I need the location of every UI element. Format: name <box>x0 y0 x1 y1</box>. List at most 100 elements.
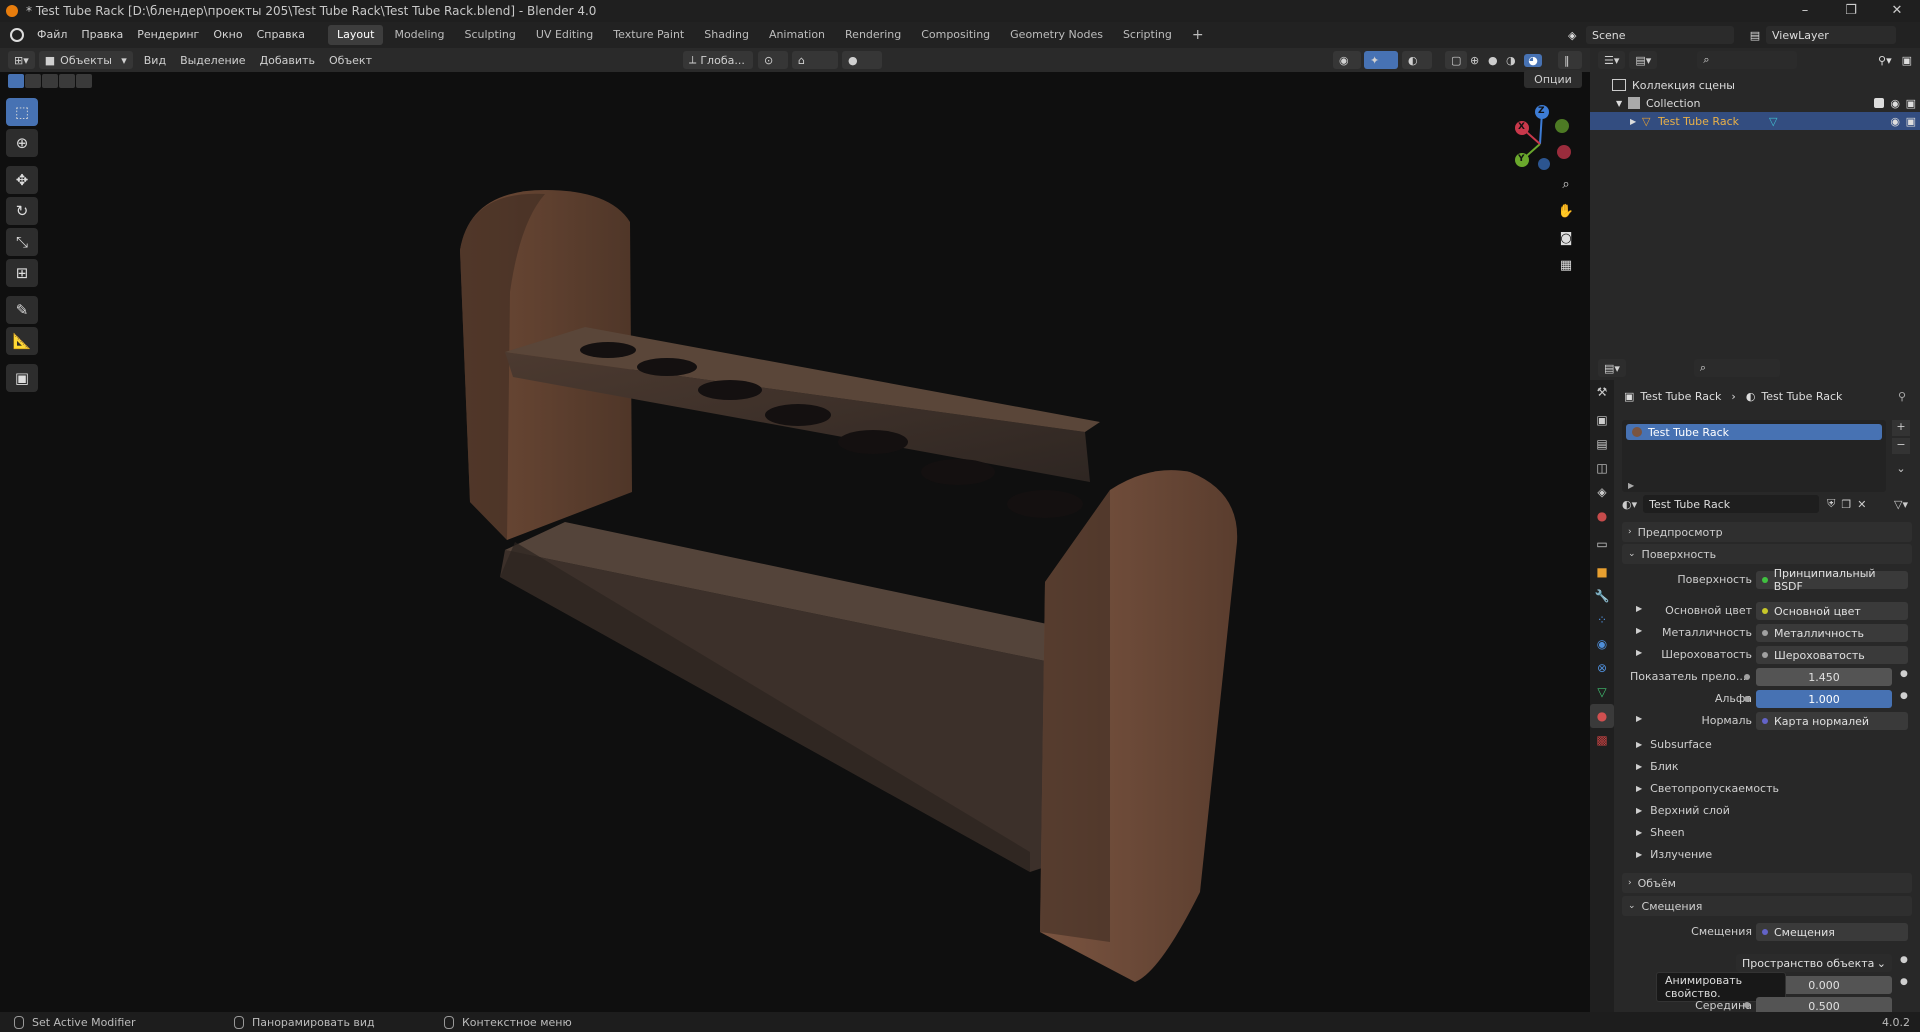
select-new-icon[interactable] <box>8 74 24 88</box>
tab-rendering[interactable]: Rendering <box>836 25 910 45</box>
eye-icon[interactable]: ◉ <box>1890 97 1900 110</box>
panel-preview-header[interactable]: › Предпросмотр <box>1622 522 1912 542</box>
select-intersect-icon[interactable] <box>76 74 92 88</box>
outliner-row-test-tube-rack[interactable]: ▶ ▽ Test Tube Rack ▽ ◉ ▣ <box>1590 112 1920 130</box>
metallic-field[interactable]: Металличность <box>1756 624 1908 642</box>
collection-tab-icon[interactable]: ▭ <box>1590 532 1614 556</box>
displacement-field[interactable]: Смещения <box>1756 923 1908 941</box>
base-color-field[interactable]: Основной цвет <box>1756 602 1908 620</box>
physics-tab-icon[interactable]: ◉ <box>1590 632 1614 656</box>
subpanel-transmission[interactable]: ▶ Светопропускаемость <box>1622 777 1912 799</box>
camera-icon[interactable]: ◙ <box>1554 226 1578 250</box>
tab-animation[interactable]: Animation <box>760 25 834 45</box>
material-name-field[interactable]: Test Tube Rack <box>1643 495 1820 513</box>
ior-value-field[interactable]: 1.450 <box>1756 668 1892 686</box>
midlevel-value-field[interactable]: 0.500 <box>1756 997 1892 1012</box>
tab-compositing[interactable]: Compositing <box>912 25 999 45</box>
close-button[interactable]: ✕ <box>1874 0 1920 22</box>
node-filter-icon[interactable]: ▽▾ <box>1894 498 1908 511</box>
menu-window[interactable]: Окно <box>206 22 249 48</box>
wireframe-shading-icon[interactable]: ⊕ <box>1470 54 1488 67</box>
pause-render-button[interactable]: ‖ <box>1558 51 1582 69</box>
mesh-data-icon[interactable]: ▽ <box>1769 115 1777 128</box>
material-slot-item[interactable]: Test Tube Rack <box>1626 424 1882 440</box>
expand-arrow-icon[interactable]: ▶ <box>1636 626 1642 635</box>
collapse-arrow-icon[interactable]: ▼ <box>1616 99 1628 108</box>
tab-texture-paint[interactable]: Texture Paint <box>604 25 693 45</box>
roughness-field[interactable]: Шероховатость <box>1756 646 1908 664</box>
material-tab-icon[interactable]: ● <box>1590 704 1614 728</box>
3d-viewport[interactable]: Z Y X Опции ⌕ ✋ ◙ ▦ <box>0 70 1590 1012</box>
material-shading-icon[interactable]: ◑ <box>1506 54 1524 67</box>
menu-select[interactable]: Выделение <box>173 54 253 67</box>
properties-search-field[interactable]: ⌕ <box>1693 359 1780 377</box>
keyframe-dot-icon[interactable]: ● <box>1900 691 1908 701</box>
menu-render[interactable]: Рендеринг <box>130 22 206 48</box>
options-button[interactable]: Опции <box>1524 70 1582 88</box>
cursor-tool-icon[interactable]: ⊕ <box>6 129 38 157</box>
measure-tool-icon[interactable]: 📐 <box>6 327 38 355</box>
subpanel-emission[interactable]: ▶ Излучение <box>1622 843 1912 865</box>
gizmo-toggle[interactable]: ✦ <box>1364 51 1398 69</box>
view-layer-icon[interactable]: ▤ <box>1744 29 1766 42</box>
outliner-row-collection[interactable]: ▼ Collection ◉ ▣ <box>1590 94 1920 112</box>
keyframe-dot-icon[interactable]: ● <box>1900 669 1908 679</box>
add-slot-button[interactable]: + <box>1892 420 1910 436</box>
duplicate-material-icon[interactable]: ❐ <box>1841 498 1851 511</box>
scene-tab-icon[interactable]: ◈ <box>1590 480 1614 504</box>
world-tab-icon[interactable]: ● <box>1590 504 1614 528</box>
add-workspace-button[interactable]: + <box>1183 25 1213 45</box>
menu-file[interactable]: Файл <box>30 22 74 48</box>
solid-shading-icon[interactable]: ● <box>1488 54 1506 67</box>
subpanel-coat[interactable]: ▶ Верхний слой <box>1622 799 1912 821</box>
menu-add[interactable]: Добавить <box>253 54 322 67</box>
panel-surface-header[interactable]: ⌄ Поверхность <box>1622 544 1912 564</box>
render-camera-icon[interactable]: ▣ <box>1906 115 1916 128</box>
panel-volume-header[interactable]: › Объём <box>1622 873 1912 893</box>
visibility-button[interactable]: ◉ <box>1333 51 1361 69</box>
normal-field[interactable]: Карта нормалей <box>1756 712 1908 730</box>
render-tab-icon[interactable]: ▣ <box>1590 408 1614 432</box>
rendered-shading-icon[interactable]: ◕ <box>1524 53 1542 67</box>
socket-dot-icon[interactable] <box>1744 674 1750 680</box>
scene-selector[interactable]: Scene <box>1586 26 1734 44</box>
exclude-checkbox-icon[interactable] <box>1874 98 1884 108</box>
outliner-editor-type-button[interactable]: ☰▾ <box>1598 51 1626 69</box>
tab-uv-editing[interactable]: UV Editing <box>527 25 602 45</box>
texture-tab-icon[interactable]: ▩ <box>1590 728 1614 752</box>
modifier-tab-icon[interactable]: 🔧 <box>1590 584 1614 608</box>
tab-shading[interactable]: Shading <box>695 25 758 45</box>
transform-orientation-selector[interactable]: ⟂ Глоба... <box>683 51 753 69</box>
particles-tab-icon[interactable]: ⁘ <box>1590 608 1614 632</box>
unlink-material-icon[interactable]: ✕ <box>1857 498 1866 511</box>
displacement-space-dropdown[interactable]: Пространство объекта ⌄ <box>1736 954 1892 972</box>
menu-help[interactable]: Справка <box>250 22 312 48</box>
overlay-toggle[interactable]: ◐ <box>1402 51 1432 69</box>
object-tab-icon[interactable]: ■ <box>1590 560 1614 584</box>
data-tab-icon[interactable]: ▽ <box>1590 680 1614 704</box>
socket-dot-icon[interactable] <box>1744 1002 1750 1008</box>
expand-arrow-icon[interactable]: ▶ <box>1636 604 1642 613</box>
render-camera-icon[interactable]: ▣ <box>1906 97 1916 110</box>
surface-shader-field[interactable]: Принципиальный BSDF <box>1756 567 1908 593</box>
menu-view[interactable]: Вид <box>137 54 173 67</box>
grid-icon[interactable]: ▦ <box>1554 253 1578 277</box>
tab-scripting[interactable]: Scripting <box>1114 25 1181 45</box>
outliner-search-field[interactable]: ⌕ <box>1697 51 1798 69</box>
select-box-tool-icon[interactable]: ⬚ <box>6 98 38 126</box>
zoom-icon[interactable]: ⌕ <box>1554 172 1578 196</box>
xray-toggle[interactable]: ▢ <box>1445 51 1467 69</box>
output-tab-icon[interactable]: ▤ <box>1590 432 1614 456</box>
shading-modes[interactable]: ⊕ ● ◑ ◕ <box>1470 53 1542 67</box>
outliner-display-mode-button[interactable]: ▤▾ <box>1629 51 1658 69</box>
constraints-tab-icon[interactable]: ⊗ <box>1590 656 1614 680</box>
rotate-tool-icon[interactable]: ↻ <box>6 197 38 225</box>
scale-tool-icon[interactable]: ⤡ <box>6 228 38 256</box>
subpanel-sheen[interactable]: ▶ Sheen <box>1622 821 1912 843</box>
tab-modeling[interactable]: Modeling <box>385 25 453 45</box>
add-cube-tool-icon[interactable]: ▣ <box>6 364 38 392</box>
blender-menu-icon[interactable] <box>10 28 24 42</box>
tab-layout[interactable]: Layout <box>328 25 384 45</box>
subpanel-subsurface[interactable]: ▶ Subsurface <box>1622 733 1912 755</box>
mode-selector[interactable]: ■ Объекты ▾ <box>38 51 133 69</box>
